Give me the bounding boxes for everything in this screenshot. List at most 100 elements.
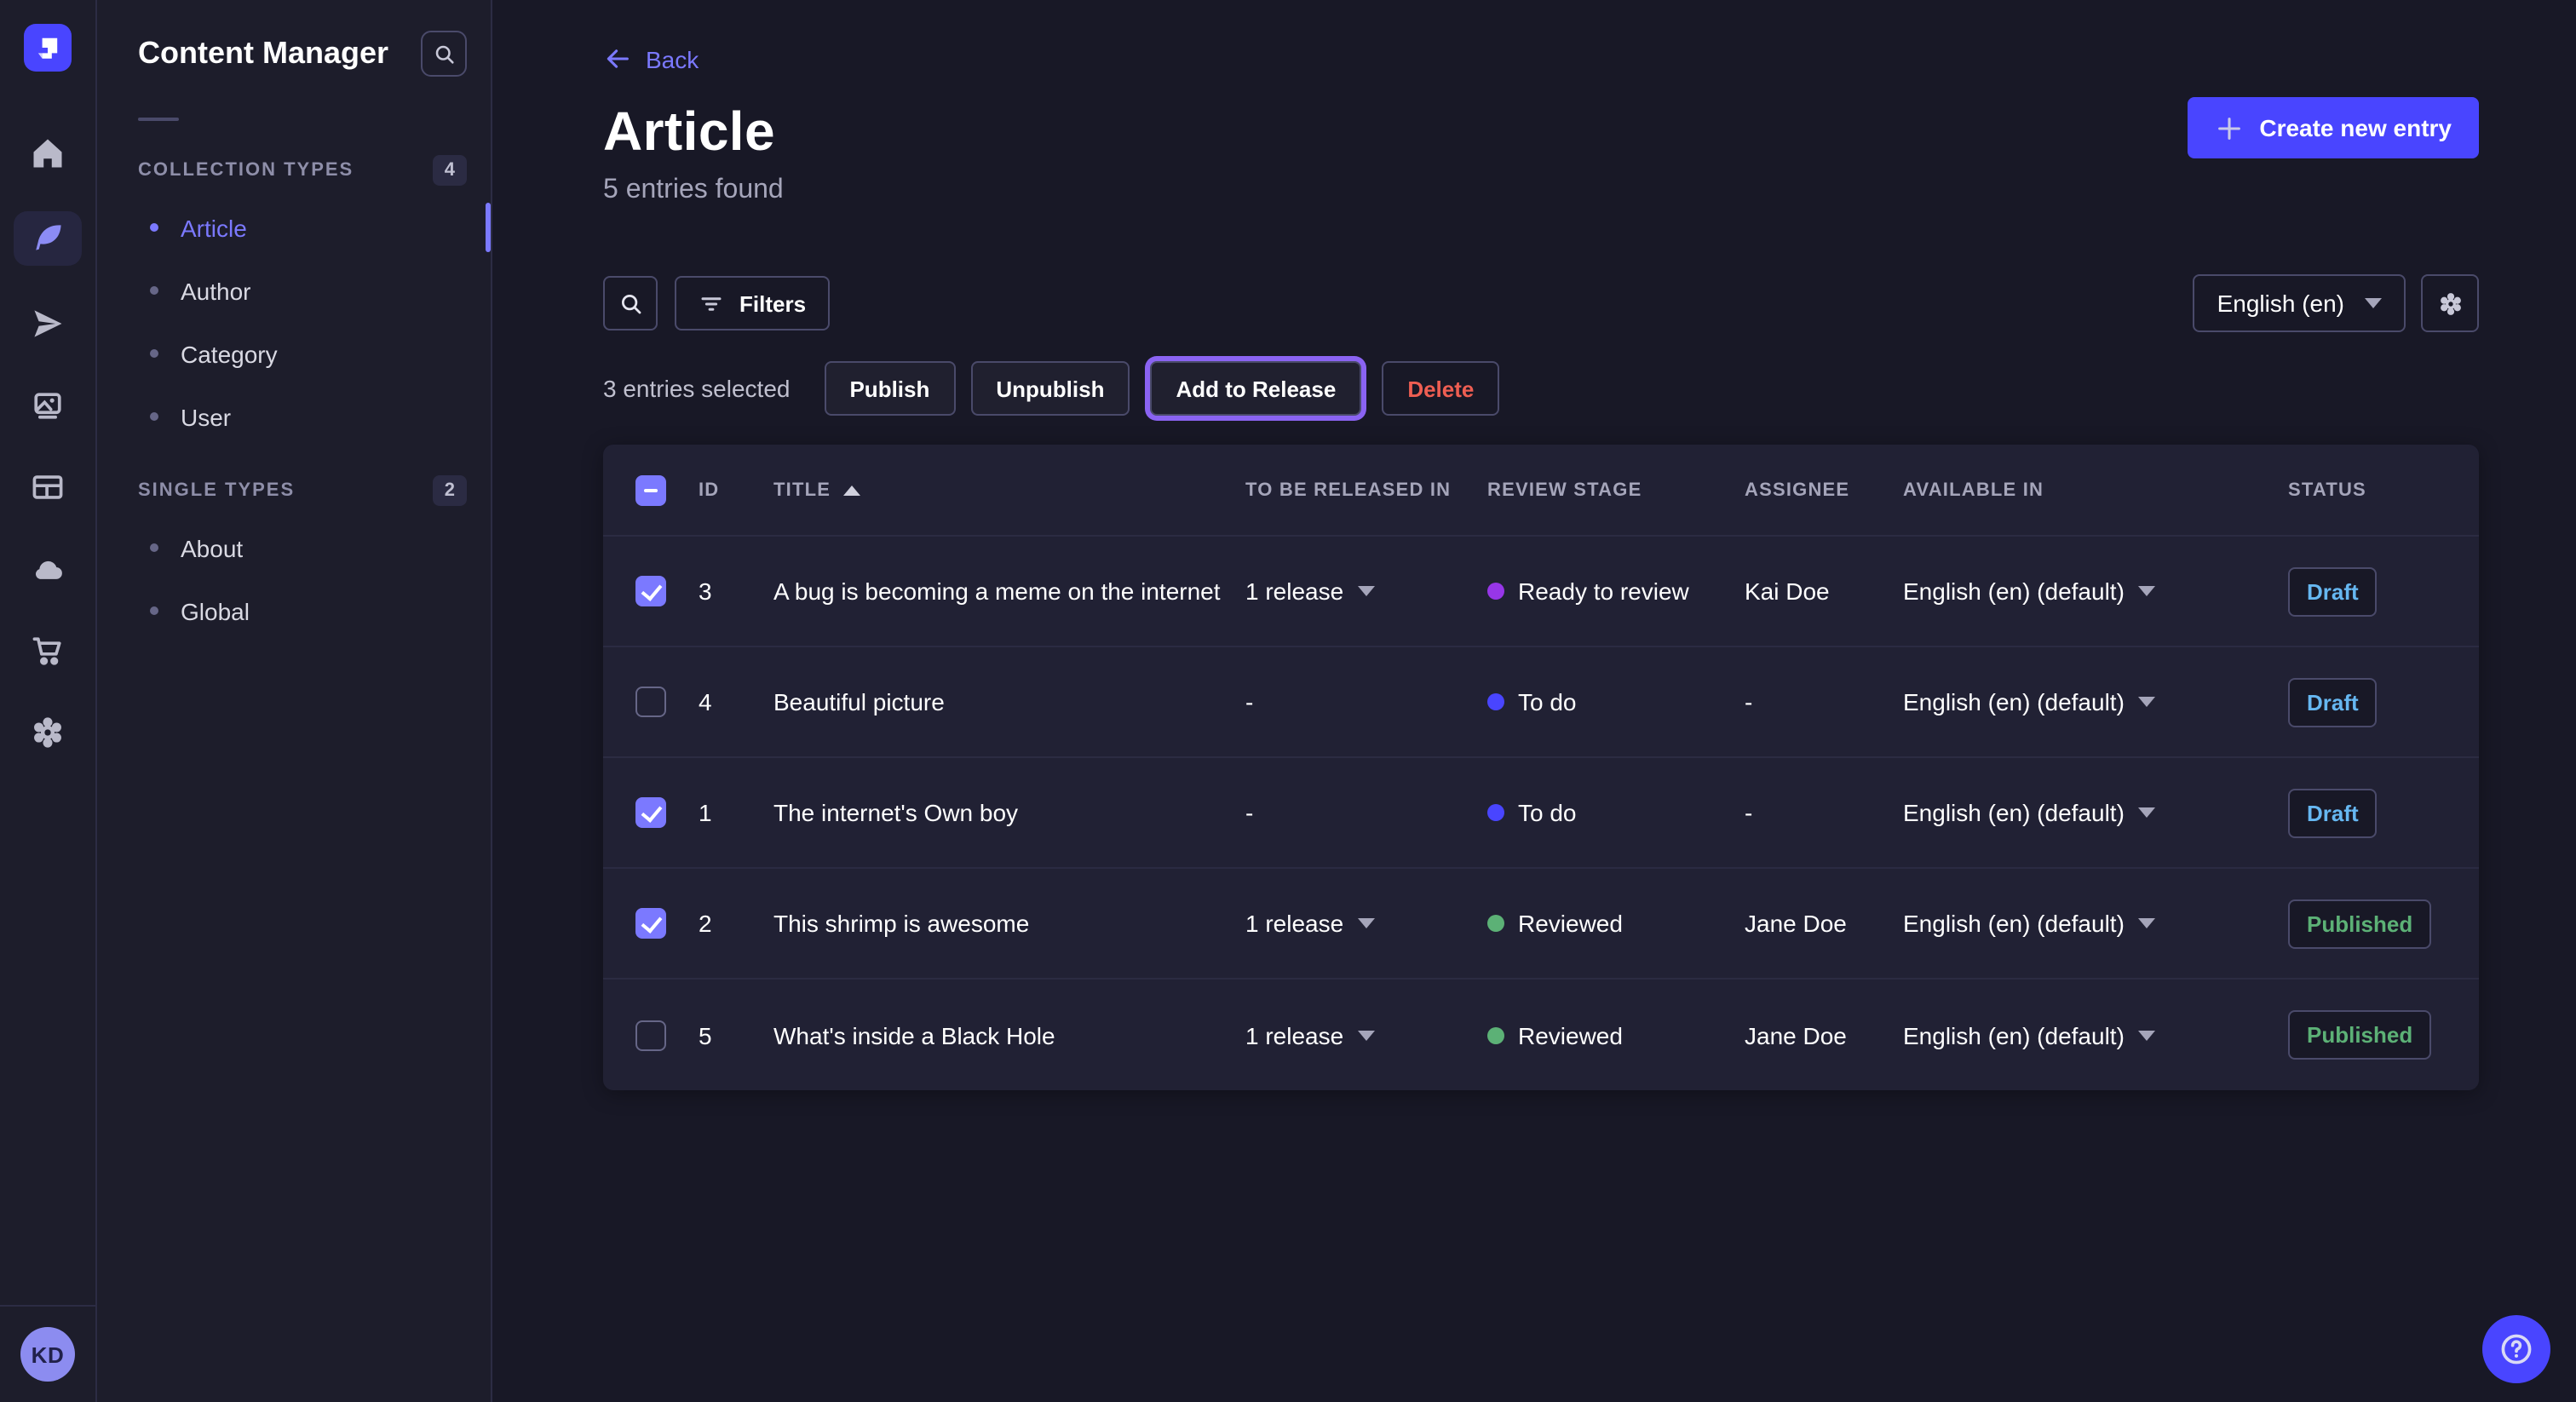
column-header-assignee[interactable]: ASSIGNEE [1745, 480, 1903, 500]
sidebar-item-global[interactable]: Global [138, 579, 467, 642]
column-header-id[interactable]: ID [699, 480, 773, 500]
chevron-down-icon [2365, 298, 2382, 308]
chevron-down-icon [2138, 918, 2155, 928]
stage-dot [1487, 583, 1504, 600]
search-icon[interactable] [421, 31, 467, 77]
locale-dropdown[interactable]: English (en) (default) [1903, 688, 2288, 715]
entries-table: ID TITLE TO BE RELEASED IN REVIEW STAGE … [603, 445, 2479, 1090]
row-checkbox[interactable] [635, 797, 666, 828]
section-count-badge: 4 [433, 155, 467, 186]
release-caret [1357, 918, 1374, 928]
arrow-left-icon [603, 44, 632, 73]
sidebar-item-user[interactable]: User [138, 385, 467, 448]
entries-count: 5 entries found [603, 175, 2479, 206]
column-header-available-in[interactable]: AVAILABLE IN [1903, 480, 2288, 500]
home-icon[interactable] [14, 129, 82, 177]
entry-title: A bug is becoming a meme on the internet [773, 577, 1245, 605]
locale-select[interactable]: English (en) [2194, 274, 2406, 332]
release-dropdown[interactable]: 1 release [1245, 1021, 1487, 1049]
release-caret [1357, 1030, 1374, 1040]
review-stage: Reviewed [1487, 1021, 1745, 1049]
column-header-release[interactable]: TO BE RELEASED IN [1245, 480, 1487, 500]
media-icon[interactable] [14, 382, 82, 429]
row-checkbox[interactable] [635, 1020, 666, 1050]
review-stage: To do [1487, 688, 1745, 715]
release-dropdown[interactable]: - [1245, 688, 1487, 715]
delete-button[interactable]: Delete [1382, 361, 1499, 416]
release-dropdown[interactable]: 1 release [1245, 910, 1487, 937]
sidebar-item-article[interactable]: Article [138, 196, 467, 259]
content-manager-subnav: Content Manager COLLECTION TYPES 4 Artic… [97, 0, 492, 1402]
status-badge: Published [2288, 1010, 2431, 1060]
layout-icon[interactable] [14, 463, 82, 511]
table-row[interactable]: 2 This shrimp is awesome 1 release Revie… [603, 869, 2479, 980]
stage-dot [1487, 1026, 1504, 1043]
search-icon[interactable] [603, 276, 658, 330]
column-header-title[interactable]: TITLE [773, 480, 1245, 500]
section-count-badge: 2 [433, 475, 467, 506]
paper-plane-icon[interactable] [14, 300, 82, 348]
review-stage: To do [1487, 799, 1745, 826]
back-link[interactable]: Back [603, 44, 699, 73]
status-badge: Published [2288, 899, 2431, 948]
locale-dropdown[interactable]: English (en) (default) [1903, 1021, 2288, 1049]
table-row[interactable]: 5 What's inside a Black Hole 1 release R… [603, 980, 2479, 1090]
chevron-down-icon [2138, 697, 2155, 707]
bullet-icon [150, 543, 158, 552]
sidebar-item-author[interactable]: Author [138, 259, 467, 322]
sidebar-item-category[interactable]: Category [138, 322, 467, 385]
status-badge: Draft [2288, 677, 2378, 727]
publish-button[interactable]: Publish [824, 361, 955, 416]
section-label: COLLECTION TYPES [138, 160, 354, 181]
feather-icon[interactable] [14, 211, 82, 266]
user-avatar[interactable]: KD [20, 1327, 75, 1382]
row-checkbox[interactable] [635, 908, 666, 939]
create-new-entry-button[interactable]: Create new entry [2188, 97, 2479, 158]
row-checkbox[interactable] [635, 687, 666, 717]
assignee: Jane Doe [1745, 1021, 1903, 1049]
selected-count-text: 3 entries selected [603, 375, 790, 402]
unpublish-button[interactable]: Unpublish [970, 361, 1130, 416]
table-row[interactable]: 3 A bug is becoming a meme on the intern… [603, 537, 2479, 647]
select-all-checkbox[interactable] [635, 474, 666, 505]
sidebar-item-about[interactable]: About [138, 516, 467, 579]
status-badge: Draft [2288, 788, 2378, 837]
entry-id: 4 [699, 688, 773, 715]
assignee: - [1745, 688, 1903, 715]
add-to-release-button[interactable]: Add to Release [1150, 361, 1361, 416]
locale-dropdown[interactable]: English (en) (default) [1903, 910, 2288, 937]
filters-button[interactable]: Filters [675, 276, 830, 330]
row-checkbox[interactable] [635, 576, 666, 606]
release-caret [1357, 586, 1374, 596]
entry-id: 3 [699, 577, 773, 605]
help-button[interactable] [2482, 1315, 2550, 1383]
cloud-icon[interactable] [14, 545, 82, 593]
locale-dropdown[interactable]: English (en) (default) [1903, 577, 2288, 605]
table-row[interactable]: 4 Beautiful picture - To do - English (e… [603, 647, 2479, 758]
strapi-logo[interactable] [24, 24, 72, 72]
active-item-indicator [486, 203, 491, 252]
main-content: Back Article 5 entries found Create new … [494, 0, 2576, 1402]
stage-dot [1487, 915, 1504, 932]
entry-id: 2 [699, 910, 773, 937]
locale-dropdown[interactable]: English (en) (default) [1903, 799, 2288, 826]
entry-title: This shrimp is awesome [773, 910, 1245, 937]
bullet-icon [150, 412, 158, 421]
assignee: Kai Doe [1745, 577, 1903, 605]
strapi-logo-glyph [34, 34, 61, 61]
column-header-status[interactable]: STATUS [2288, 480, 2447, 500]
entry-title: Beautiful picture [773, 688, 1245, 715]
assignee: - [1745, 799, 1903, 826]
release-dropdown[interactable]: - [1245, 799, 1487, 826]
gear-icon[interactable] [14, 709, 82, 756]
subnav-title: Content Manager [138, 36, 388, 72]
release-dropdown[interactable]: 1 release [1245, 577, 1487, 605]
entry-title: The internet's Own boy [773, 799, 1245, 826]
chevron-down-icon [2138, 807, 2155, 818]
app-window: KD Content Manager COLLECTION TYPES 4 Ar… [0, 0, 2576, 1402]
column-header-review-stage[interactable]: REVIEW STAGE [1487, 480, 1745, 500]
table-row[interactable]: 1 The internet's Own boy - To do - Engli… [603, 758, 2479, 869]
settings-gear-icon[interactable] [2421, 274, 2479, 332]
collection-types-section: COLLECTION TYPES 4 Article Author Catego… [97, 145, 491, 448]
cart-icon[interactable] [14, 627, 82, 675]
